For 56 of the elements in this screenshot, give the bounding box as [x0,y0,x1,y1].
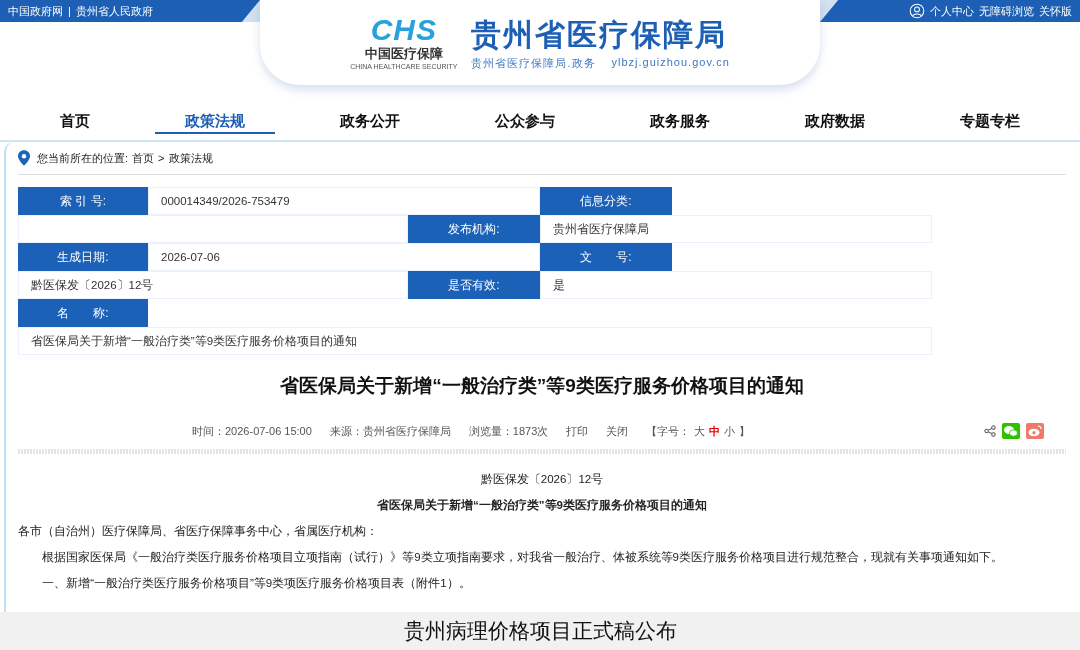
field-value: 2026-07-06 [148,243,540,271]
nav-tab[interactable]: 政策法规 [155,106,275,134]
logo-name: 中国医疗保障 [364,45,443,63]
nav-tab[interactable]: 首页 [30,106,120,134]
breadcrumb-link[interactable]: 首页 [132,150,155,166]
top-link[interactable]: 个人中心 [930,3,974,19]
site-title: 贵州省医疗保障局 [471,16,729,53]
font-size-bracket: 】 [739,423,751,439]
meta-text: 时间：2026-07-06 15:00 [192,423,312,439]
field-value: 000014349/2026-753479 [148,187,540,215]
meta-link[interactable]: 打印 [566,423,589,439]
top-link[interactable]: 中国政府网 [8,3,63,19]
nav-tab[interactable]: 政府数据 [775,106,895,134]
font-size-option[interactable]: 中 [709,423,721,439]
eye-logo-icon[interactable] [1026,423,1044,439]
field-value: 贵州省医疗保障局 [540,215,932,243]
field-label: 生成日期: [18,243,148,271]
caption-bar: 贵州病理价格项目正式稿公布 [0,612,1080,650]
font-size-option[interactable]: 小 [724,423,736,439]
link-separator: | [68,5,71,17]
meta-text: 浏览量：1873次 [468,423,549,439]
user-icon[interactable] [909,3,925,19]
field-label: 名 称: [18,299,148,327]
field-value: 省医保局关于新增“一般治疗类”等9类医疗服务价格项目的通知 [18,327,932,355]
field-value: 是 [540,271,932,299]
field-value: 黔医保发〔2026〕12号 [18,271,408,299]
font-size-option[interactable]: 大 [694,423,706,439]
field-label: 索 引 号: [18,187,148,215]
nav-tab[interactable]: 政务服务 [620,106,740,134]
document-number: 黔医保发〔2026〕12号 [479,472,605,487]
font-size-label: 【字号： [646,423,691,439]
breadcrumb-link[interactable]: 政策法规 [168,150,213,166]
paragraph: 根据国家医保局《一般治疗类医疗服务价格项目立项指南（试行）》等9类立项指南要求，对我省一般治疗、体被系统等9类医疗服务价格项目进行规范整合，现就有关事项通知如下。 [41,550,1004,565]
field-label: 发布机构: [408,215,540,243]
top-link[interactable]: 关怀版 [1039,3,1072,19]
top-link[interactable]: 无障碍浏览 [979,3,1034,19]
location-pin-icon [18,150,30,166]
site-subtitle: 贵州省医疗保障局.政务 [471,55,596,71]
meta-link[interactable]: 关闭 [606,423,629,439]
meta-text: 来源：贵州省医疗保障局 [329,423,451,439]
nav-tab[interactable]: 公众参与 [465,106,585,134]
nav-tab[interactable]: 专题专栏 [930,106,1050,134]
paragraph: 各市（自治州）医疗保障局、省医疗保障事务中心，省属医疗机构： [18,524,379,539]
field-label: 文 号: [540,243,672,271]
breadcrumb-label: 您当前所在的位置: [37,150,129,166]
logo-mark: CHS [370,15,437,45]
nav-tab[interactable]: 政务公开 [310,106,430,134]
article-title: 省医保局关于新增“一般治疗类”等9类医疗服务价格项目的通知 [279,374,805,398]
paragraph: 一、新增“一般治疗类医疗服务价格项目”等9类项医疗服务价格项目表（附件1）。 [41,576,472,591]
top-link[interactable]: 贵州省人民政府 [75,3,153,19]
field-label: 是否有效: [408,271,540,299]
share-icon[interactable] [984,425,996,437]
document-heading: 省医保局关于新增“一般治疗类”等9类医疗服务价格项目的通知 [376,497,708,513]
field-label: 信息分类: [540,187,672,215]
breadcrumb-separator: > [158,152,165,164]
site-url: ylbzj.guizhou.gov.cn [611,55,730,70]
